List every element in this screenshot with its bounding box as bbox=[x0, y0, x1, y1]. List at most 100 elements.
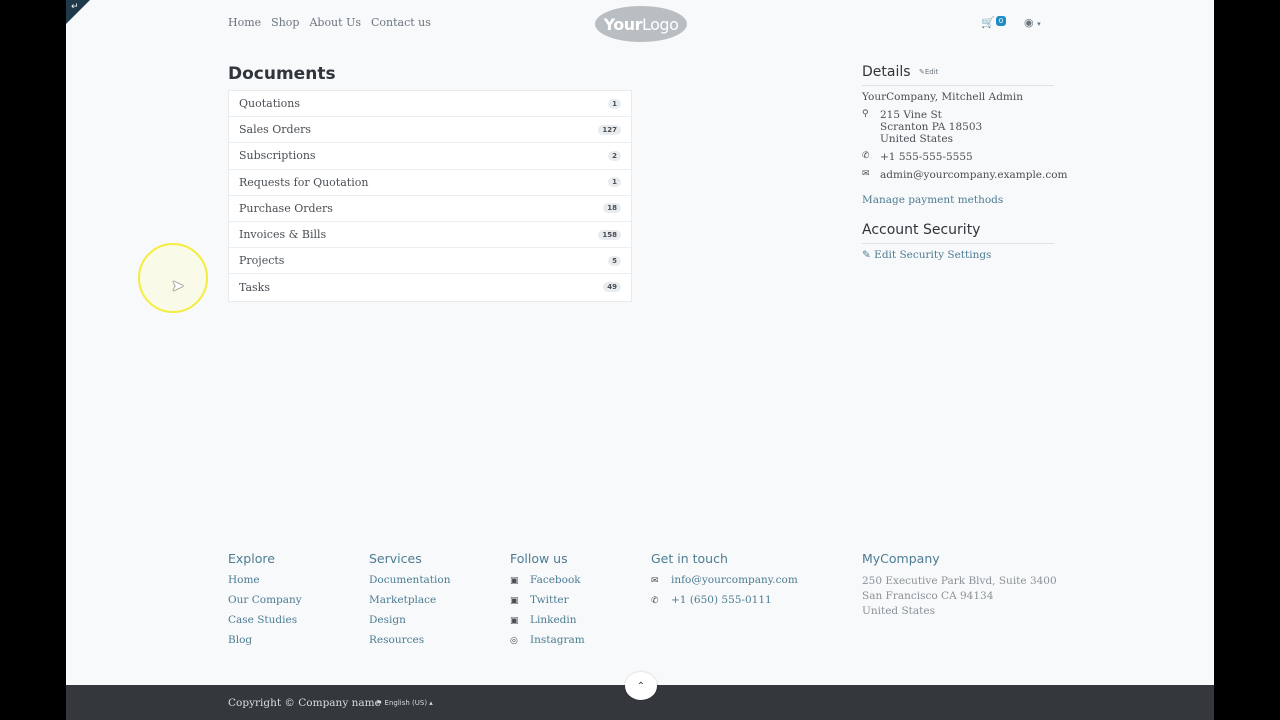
nav-shop[interactable]: Shop bbox=[271, 16, 299, 29]
cart-count-badge: 0 bbox=[995, 16, 1007, 26]
footer-link-linkedin[interactable]: ▣ Linkedin bbox=[510, 614, 585, 626]
email-value: admin@yourcompany.example.com bbox=[880, 169, 1068, 181]
footer-link-blog[interactable]: Blog bbox=[228, 634, 302, 646]
nav-about-us[interactable]: About Us bbox=[309, 16, 361, 29]
doc-item-label: Quotations bbox=[239, 97, 300, 111]
footer-services: Services Documentation Marketplace Desig… bbox=[369, 551, 450, 654]
linkedin-label: Linkedin bbox=[530, 614, 577, 626]
company-logo[interactable]: Your Logo bbox=[595, 6, 687, 42]
twitter-label: Twitter bbox=[530, 594, 569, 606]
details-panel: Details ✎Edit YourCompany, Mitchell Admi… bbox=[862, 64, 1068, 261]
footer-email-link[interactable]: ✉ info@yourcompany.com bbox=[651, 574, 798, 586]
map-marker-icon: ⚲ bbox=[862, 109, 869, 119]
corner-arrow-icon: ↵ bbox=[71, 2, 79, 12]
user-menu-button[interactable]: ◉ ▾ bbox=[1024, 16, 1041, 29]
caret-up-icon: ▴ bbox=[429, 699, 433, 707]
footer-services-title: Services bbox=[369, 551, 422, 566]
doc-item-label: Purchase Orders bbox=[239, 201, 333, 215]
twitter-icon: ▣ bbox=[510, 596, 519, 606]
logo-bold-text: Your bbox=[603, 14, 643, 34]
footer-address-line-1: 250 Executive Park Blvd, Suite 3400 bbox=[862, 575, 1057, 587]
manage-payment-methods-link[interactable]: Manage payment methods bbox=[862, 194, 1054, 206]
footer-contact: Get in touch ✉ info@yourcompany.com ✆ +1 (… bbox=[651, 551, 798, 614]
edit-details-button[interactable]: ✎Edit bbox=[919, 68, 938, 76]
documents-title: Documents bbox=[228, 64, 336, 84]
phone-value: +1 555-555-5555 bbox=[880, 151, 973, 163]
footer-explore: Explore Home Our Company Case Studies Bl… bbox=[228, 551, 302, 654]
address-block: ⚲ 215 Vine St Scranton PA 18503 United S… bbox=[862, 109, 1054, 145]
footer-company-title: MyCompany bbox=[862, 551, 940, 566]
chevron-down-icon: ▾ bbox=[1037, 20, 1041, 28]
doc-count-badge: 5 bbox=[608, 255, 621, 266]
address-line-2: Scranton PA 18503 bbox=[880, 121, 983, 133]
language-selector[interactable]: ⚑ English (US) ▴ bbox=[376, 699, 433, 707]
user-avatar-icon: ◉ bbox=[1024, 16, 1034, 29]
doc-item-projects[interactable]: Projects 5 bbox=[229, 248, 631, 275]
footer-address-line-3: United States bbox=[862, 605, 935, 617]
phone-line: ✆ +1 555-555-5555 bbox=[862, 151, 1054, 163]
edit-label: Edit bbox=[924, 68, 939, 76]
footer-link-facebook[interactable]: ▣ Facebook bbox=[510, 574, 585, 586]
pencil-icon: ✎ bbox=[862, 249, 871, 261]
account-security-title: Account Security bbox=[862, 222, 1054, 244]
doc-count-badge: 127 bbox=[598, 124, 621, 135]
footer-link-our-company[interactable]: Our Company bbox=[228, 594, 302, 606]
footer-email-value: info@yourcompany.com bbox=[671, 574, 798, 586]
footer-link-twitter[interactable]: ▣ Twitter bbox=[510, 594, 585, 606]
edit-security-label: Edit Security Settings bbox=[874, 249, 992, 261]
doc-count-badge: 1 bbox=[608, 98, 621, 109]
doc-item-label: Invoices & Bills bbox=[239, 228, 327, 242]
footer-phone-value: +1 (650) 555-0111 bbox=[671, 594, 772, 606]
nav-contact-us[interactable]: Contact us bbox=[371, 16, 431, 29]
contact-name: YourCompany, Mitchell Admin bbox=[862, 91, 1024, 103]
top-nav: Home Shop About Us Contact us bbox=[228, 16, 441, 29]
mouse-pointer-icon: ➤ bbox=[171, 276, 185, 295]
chevron-up-icon: ⌃ bbox=[636, 680, 646, 692]
details-header: Details ✎Edit bbox=[862, 64, 1054, 86]
envelope-icon: ✉ bbox=[651, 576, 659, 586]
footer-link-home[interactable]: Home bbox=[228, 574, 302, 586]
flag-icon: ⚑ bbox=[376, 699, 383, 707]
footer-link-marketplace[interactable]: Marketplace bbox=[369, 594, 450, 606]
edit-security-settings-link[interactable]: ✎ Edit Security Settings bbox=[862, 249, 1054, 261]
phone-icon: ✆ bbox=[862, 151, 870, 161]
details-title: Details bbox=[862, 64, 911, 80]
footer-link-resources[interactable]: Resources bbox=[369, 634, 450, 646]
doc-item-purchase-orders[interactable]: Purchase Orders 18 bbox=[229, 196, 631, 222]
doc-item-label: Requests for Quotation bbox=[239, 175, 369, 189]
doc-item-label: Tasks bbox=[239, 280, 270, 294]
doc-item-requests-for-quotation[interactable]: Requests for Quotation 1 bbox=[229, 170, 631, 196]
email-line: ✉ admin@yourcompany.example.com bbox=[862, 169, 1068, 181]
doc-count-badge: 18 bbox=[603, 203, 621, 214]
doc-item-label: Subscriptions bbox=[239, 149, 316, 163]
doc-item-quotations[interactable]: Quotations 1 bbox=[229, 91, 631, 118]
footer-link-documentation[interactable]: Documentation bbox=[369, 574, 450, 586]
doc-item-sales-orders[interactable]: Sales Orders 127 bbox=[229, 117, 631, 144]
instagram-icon: ◎ bbox=[510, 636, 518, 646]
footer-link-instagram[interactable]: ◎ Instagram bbox=[510, 634, 585, 646]
footer-address-line-2: San Francisco CA 94134 bbox=[862, 590, 994, 602]
cart-button[interactable]: 🛒 0 bbox=[981, 16, 1007, 29]
doc-count-badge: 158 bbox=[598, 229, 621, 240]
page: ↵ Home Shop About Us Contact us Your Logo… bbox=[66, 0, 1214, 720]
doc-item-invoices-bills[interactable]: Invoices & Bills 158 bbox=[229, 222, 631, 249]
footer-phone-link[interactable]: ✆ +1 (650) 555-0111 bbox=[651, 594, 798, 606]
footer-link-design[interactable]: Design bbox=[369, 614, 450, 626]
footer-contact-title: Get in touch bbox=[651, 551, 728, 566]
facebook-icon: ▣ bbox=[510, 576, 519, 586]
doc-item-subscriptions[interactable]: Subscriptions 2 bbox=[229, 143, 631, 170]
facebook-label: Facebook bbox=[530, 574, 581, 586]
doc-item-tasks[interactable]: Tasks 49 bbox=[229, 274, 631, 300]
doc-count-badge: 49 bbox=[603, 282, 621, 293]
footer-follow-title: Follow us bbox=[510, 551, 568, 566]
address-line-1: 215 Vine St bbox=[880, 109, 942, 121]
footer-explore-title: Explore bbox=[228, 551, 275, 566]
nav-home[interactable]: Home bbox=[228, 16, 261, 29]
scroll-to-top-button[interactable]: ⌃ bbox=[625, 672, 657, 700]
footer-link-case-studies[interactable]: Case Studies bbox=[228, 614, 302, 626]
footer-company: MyCompany 250 Executive Park Blvd, Suite… bbox=[862, 551, 1057, 619]
language-label: English (US) bbox=[384, 699, 428, 707]
documents-list: Quotations 1 Sales Orders 127 Subscription… bbox=[228, 90, 632, 302]
envelope-icon: ✉ bbox=[862, 169, 870, 179]
instagram-label: Instagram bbox=[530, 634, 585, 646]
